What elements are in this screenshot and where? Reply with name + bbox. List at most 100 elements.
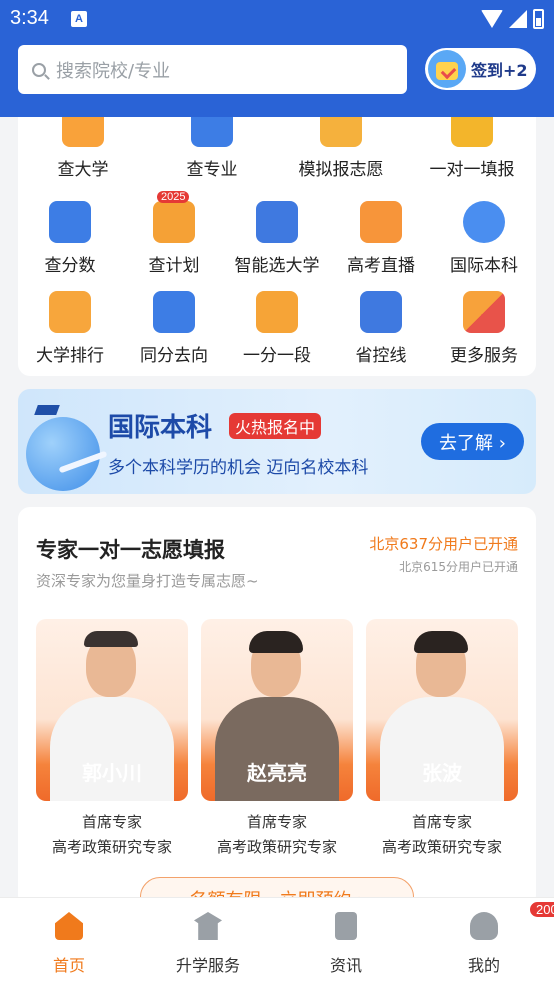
expert-card[interactable]: 张波 首席专家 高考政策研究专家: [366, 619, 518, 857]
signal-icon: [509, 10, 527, 28]
grid-label: 查分数: [44, 256, 96, 276]
expert-hair: [249, 631, 303, 653]
grid-item-international[interactable]: 国际本科: [432, 201, 536, 276]
status-time: 3:34: [10, 7, 49, 29]
document-icon: [335, 912, 357, 940]
ranking-icon: [49, 291, 91, 333]
grid-label: 同分去向: [140, 346, 208, 366]
experts-card: 专家一对一志愿填报 资深专家为您量身打造专属志愿~ 北京637分用户已开通 北京…: [18, 507, 536, 917]
section-title: 专家一对一志愿填报: [36, 538, 225, 562]
sim-icon: A: [71, 11, 87, 27]
grid-label: 更多服务: [450, 346, 518, 366]
learn-more-button[interactable]: 去了解 ›: [421, 423, 524, 460]
ticker-line-2: 北京615分用户已开通: [399, 560, 518, 574]
grid-item-check-scores[interactable]: 查分数: [18, 201, 122, 276]
expert-role: 首席专家: [81, 813, 142, 831]
expert-card[interactable]: 郭小川 首席专家 高考政策研究专家: [36, 619, 188, 857]
tab-home[interactable]: 首页: [19, 912, 119, 976]
banner-subtitle: 多个本科学历的机会 迈向名校本科: [108, 458, 369, 478]
search-icon: [32, 62, 46, 77]
checkin-icon: [428, 50, 466, 88]
tab-news[interactable]: 资讯: [296, 912, 396, 976]
checkin-label: 签到+2: [471, 61, 528, 80]
expert-card[interactable]: 赵亮亮 首席专家 高考政策研究专家: [201, 619, 353, 857]
grid-item-find-university[interactable]: 查大学: [31, 117, 135, 180]
expert-name: 赵亮亮: [247, 761, 307, 785]
status-icons: [481, 8, 544, 30]
grid-item-mock-application[interactable]: 模拟报志愿: [289, 117, 393, 180]
banner-tag: 火热报名中: [229, 413, 322, 439]
one-on-one-icon: [451, 117, 493, 147]
grid-item-same-score[interactable]: 同分去向: [122, 291, 226, 366]
expert-desc: 高考政策研究专家: [216, 838, 337, 856]
live-icon: [360, 201, 402, 243]
mock-application-icon: [320, 117, 362, 147]
grid-item-ranking[interactable]: 大学排行: [18, 291, 122, 366]
grid-item-score-distribution[interactable]: 一分一段: [225, 291, 329, 366]
expert-role: 首席专家: [411, 813, 472, 831]
control-line-icon: [360, 291, 402, 333]
grid-label: 省控线: [355, 346, 407, 366]
grid-label: 大学排行: [36, 346, 104, 366]
tab-label: 升学服务: [175, 956, 240, 975]
search-placeholder: 搜索院校/专业: [56, 60, 171, 82]
search-input[interactable]: 搜索院校/专业: [18, 45, 407, 94]
grid-item-control-line[interactable]: 省控线: [329, 291, 433, 366]
grid-label: 一分一段: [243, 346, 311, 366]
expert-photo: 张波: [366, 619, 518, 801]
grid-item-check-plan[interactable]: 2025 查计划: [122, 191, 226, 276]
expert-desc: 高考政策研究专家: [51, 838, 172, 856]
battery-icon: [533, 9, 544, 29]
expert-photo: 赵亮亮: [201, 619, 353, 801]
score-icon: [49, 201, 91, 243]
smart-select-icon: [256, 201, 298, 243]
grid-item-live[interactable]: 高考直播: [329, 201, 433, 276]
international-banner[interactable]: 国际本科 火热报名中 多个本科学历的机会 迈向名校本科 去了解 ›: [18, 389, 536, 494]
section-subtitle: 资深专家为您量身打造专属志愿~: [36, 572, 259, 590]
top-header: 3:34 A 搜索院校/专业 签到+2: [0, 0, 554, 117]
user-icon: 200: [470, 902, 554, 940]
more-services-icon: [463, 291, 505, 333]
grid-item-more-services[interactable]: 更多服务: [432, 291, 536, 366]
expert-hair: [84, 631, 138, 647]
home-icon: [55, 912, 83, 940]
grid-label: 国际本科: [450, 256, 518, 276]
grid-label: 查专业: [186, 160, 238, 180]
tab-me[interactable]: 200 我的: [434, 902, 554, 976]
plan-icon: 2025: [153, 191, 195, 243]
tab-label: 资讯: [329, 956, 362, 975]
plan-year-badge: 2025: [157, 191, 190, 203]
tab-label: 我的: [467, 956, 500, 975]
wifi-icon: [481, 10, 503, 28]
grid-label: 查计划: [148, 256, 200, 276]
checkin-button[interactable]: 签到+2: [425, 48, 536, 90]
graduation-icon: [194, 912, 222, 940]
graduation-cap-icon: [34, 405, 60, 415]
university-icon: [62, 117, 104, 147]
major-icon: [191, 117, 233, 147]
grid-label: 一对一填报: [429, 160, 515, 180]
grid-label: 高考直播: [347, 256, 415, 276]
grid-item-one-on-one[interactable]: 一对一填报: [420, 117, 524, 180]
status-bar: 3:34 A: [0, 0, 554, 38]
globe-icon: [26, 417, 100, 491]
services-grid: 查大学 查专业 模拟报志愿 一对一填报 查分数 2025 查计划 智能选大学 高…: [18, 117, 536, 376]
expert-name: 郭小川: [82, 761, 142, 785]
score-distribution-icon: [256, 291, 298, 333]
expert-hair: [414, 631, 468, 653]
expert-role: 首席专家: [246, 813, 307, 831]
international-icon: [463, 201, 505, 243]
tab-services[interactable]: 升学服务: [158, 912, 258, 976]
expert-desc: 高考政策研究专家: [381, 838, 502, 856]
grid-label: 智能选大学: [234, 256, 320, 276]
grid-label: 查大学: [57, 160, 109, 180]
banner-title: 国际本科: [108, 413, 213, 443]
expert-name: 张波: [422, 761, 462, 785]
grid-item-smart-select[interactable]: 智能选大学: [225, 201, 329, 276]
grid-label: 模拟报志愿: [298, 160, 384, 180]
tab-label: 首页: [52, 956, 85, 975]
grid-item-find-major[interactable]: 查专业: [160, 117, 264, 180]
expert-photo: 郭小川: [36, 619, 188, 801]
same-score-icon: [153, 291, 195, 333]
bottom-nav: 首页 升学服务 资讯 200 我的: [0, 897, 554, 984]
